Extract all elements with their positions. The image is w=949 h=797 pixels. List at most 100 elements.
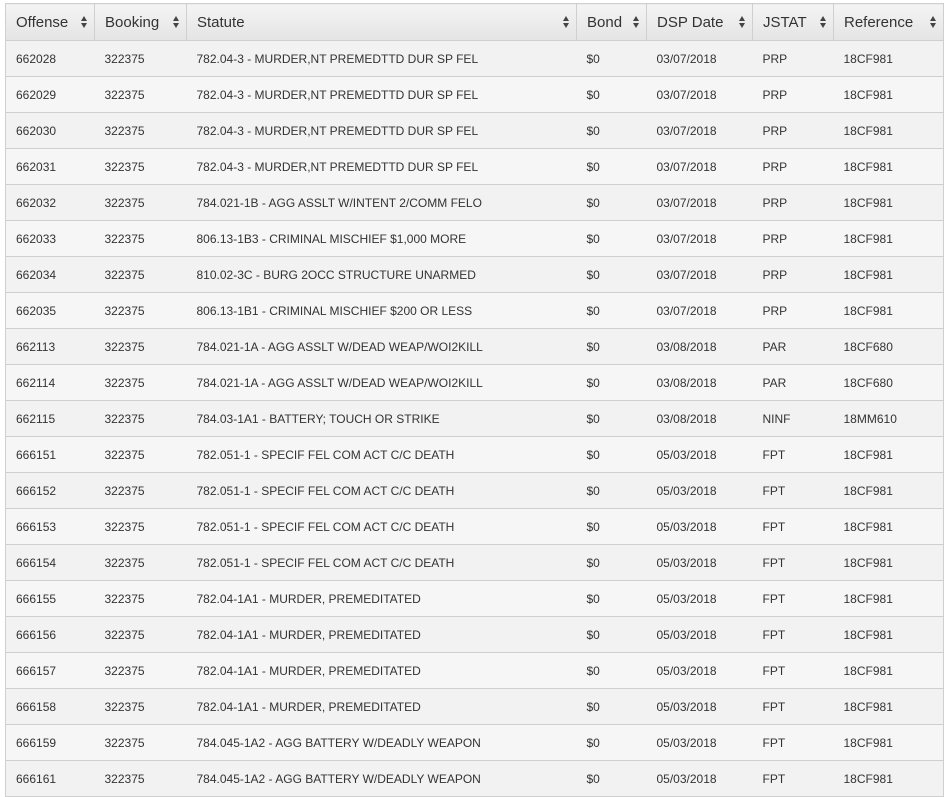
sort-icon[interactable] bbox=[820, 16, 827, 28]
jstat-cell: PRP bbox=[752, 112, 834, 149]
booking-cell: 322375 bbox=[94, 724, 187, 761]
dsp-date-cell: 03/07/2018 bbox=[646, 292, 753, 329]
offense-cell: 666157 bbox=[5, 652, 95, 689]
reference-cell: 18CF981 bbox=[833, 256, 944, 293]
dsp-date-cell: 05/03/2018 bbox=[646, 760, 753, 797]
column-header-bond[interactable]: Bond bbox=[576, 3, 647, 41]
reference-cell: 18CF981 bbox=[833, 580, 944, 617]
offense-cell: 666156 bbox=[5, 616, 95, 653]
dsp-date-cell: 05/03/2018 bbox=[646, 724, 753, 761]
dsp-date-cell: 05/03/2018 bbox=[646, 580, 753, 617]
table-row[interactable]: 662035 322375 806.13-1B1 - CRIMINAL MISCHI… bbox=[5, 292, 944, 329]
statute-cell: 782.04-1A1 - MURDER, PREMEDITATED bbox=[186, 652, 577, 689]
dsp-date-cell: 03/07/2018 bbox=[646, 76, 753, 113]
table-row[interactable]: 666161 322375 784.045-1A2 - AGG BATTERY W/… bbox=[5, 760, 944, 797]
table-row[interactable]: 666156 322375 782.04-1A1 - MURDER, PREMEDI… bbox=[5, 616, 944, 653]
column-header-statute[interactable]: Statute bbox=[186, 3, 577, 41]
bond-cell: $0 bbox=[576, 544, 647, 581]
reference-cell: 18CF981 bbox=[833, 436, 944, 473]
jstat-cell: FPT bbox=[752, 436, 834, 473]
offense-table: Offense Booking Statute Bond DSP Date JS… bbox=[5, 3, 944, 797]
column-header-label: Bond bbox=[587, 13, 623, 31]
booking-cell: 322375 bbox=[94, 148, 187, 185]
offense-cell: 662029 bbox=[5, 76, 95, 113]
jstat-cell: FPT bbox=[752, 760, 834, 797]
statute-cell: 782.051-1 - SPECIF FEL COM ACT C/C DEATH bbox=[186, 508, 577, 545]
dsp-date-cell: 03/07/2018 bbox=[646, 148, 753, 185]
bond-cell: $0 bbox=[576, 292, 647, 329]
reference-cell: 18CF981 bbox=[833, 616, 944, 653]
sort-icon[interactable] bbox=[173, 16, 180, 28]
booking-cell: 322375 bbox=[94, 508, 187, 545]
booking-cell: 322375 bbox=[94, 580, 187, 617]
table-row[interactable]: 666157 322375 782.04-1A1 - MURDER, PREMEDI… bbox=[5, 652, 944, 689]
table-row[interactable]: 662113 322375 784.021-1A - AGG ASSLT W/DEA… bbox=[5, 328, 944, 365]
statute-cell: 810.02-3C - BURG 2OCC STRUCTURE UNARMED bbox=[186, 256, 577, 293]
column-header-dsp-date[interactable]: DSP Date bbox=[646, 3, 753, 41]
statute-cell: 784.021-1A - AGG ASSLT W/DEAD WEAP/WOI2K… bbox=[186, 328, 577, 365]
table-row[interactable]: 666158 322375 782.04-1A1 - MURDER, PREMEDI… bbox=[5, 688, 944, 725]
bond-cell: $0 bbox=[576, 652, 647, 689]
table-row[interactable]: 666151 322375 782.051-1 - SPECIF FEL COM A… bbox=[5, 436, 944, 473]
column-header-jstat[interactable]: JSTAT bbox=[752, 3, 834, 41]
table-row[interactable]: 662029 322375 782.04-3 - MURDER,NT PREMEDT… bbox=[5, 76, 944, 113]
jstat-cell: PRP bbox=[752, 184, 834, 221]
table-row[interactable]: 662032 322375 784.021-1B - AGG ASSLT W/INT… bbox=[5, 184, 944, 221]
offense-cell: 662114 bbox=[5, 364, 95, 401]
reference-cell: 18CF981 bbox=[833, 472, 944, 509]
sort-icon[interactable] bbox=[81, 16, 88, 28]
table-row[interactable]: 662031 322375 782.04-3 - MURDER,NT PREMEDT… bbox=[5, 148, 944, 185]
booking-cell: 322375 bbox=[94, 220, 187, 257]
booking-cell: 322375 bbox=[94, 760, 187, 797]
table-row[interactable]: 666155 322375 782.04-1A1 - MURDER, PREMEDI… bbox=[5, 580, 944, 617]
statute-cell: 782.04-1A1 - MURDER, PREMEDITATED bbox=[186, 688, 577, 725]
table-row[interactable]: 666159 322375 784.045-1A2 - AGG BATTERY W/… bbox=[5, 724, 944, 761]
column-header-offense[interactable]: Offense bbox=[5, 3, 95, 41]
table-row[interactable]: 662033 322375 806.13-1B3 - CRIMINAL MISCHI… bbox=[5, 220, 944, 257]
statute-cell: 782.051-1 - SPECIF FEL COM ACT C/C DEATH bbox=[186, 544, 577, 581]
dsp-date-cell: 03/08/2018 bbox=[646, 364, 753, 401]
bond-cell: $0 bbox=[576, 688, 647, 725]
column-header-reference[interactable]: Reference bbox=[833, 3, 944, 41]
jstat-cell: PRP bbox=[752, 292, 834, 329]
table-row[interactable]: 662034 322375 810.02-3C - BURG 2OCC STRUCT… bbox=[5, 256, 944, 293]
table-row[interactable]: 666153 322375 782.051-1 - SPECIF FEL COM A… bbox=[5, 508, 944, 545]
dsp-date-cell: 03/08/2018 bbox=[646, 400, 753, 437]
sort-icon[interactable] bbox=[739, 16, 746, 28]
jstat-cell: PRP bbox=[752, 148, 834, 185]
bond-cell: $0 bbox=[576, 724, 647, 761]
column-header-booking[interactable]: Booking bbox=[94, 3, 187, 41]
table-row[interactable]: 666152 322375 782.051-1 - SPECIF FEL COM A… bbox=[5, 472, 944, 509]
bond-cell: $0 bbox=[576, 76, 647, 113]
jstat-cell: FPT bbox=[752, 472, 834, 509]
booking-cell: 322375 bbox=[94, 112, 187, 149]
bond-cell: $0 bbox=[576, 472, 647, 509]
sort-icon[interactable] bbox=[633, 16, 640, 28]
bond-cell: $0 bbox=[576, 436, 647, 473]
table-row[interactable]: 662030 322375 782.04-3 - MURDER,NT PREMEDT… bbox=[5, 112, 944, 149]
offense-cell: 666161 bbox=[5, 760, 95, 797]
offense-cell: 662033 bbox=[5, 220, 95, 257]
sort-icon[interactable] bbox=[563, 16, 570, 28]
bond-cell: $0 bbox=[576, 400, 647, 437]
dsp-date-cell: 05/03/2018 bbox=[646, 544, 753, 581]
table-row[interactable]: 662115 322375 784.03-1A1 - BATTERY; TOUCH … bbox=[5, 400, 944, 437]
booking-cell: 322375 bbox=[94, 652, 187, 689]
booking-cell: 322375 bbox=[94, 364, 187, 401]
statute-cell: 806.13-1B1 - CRIMINAL MISCHIEF $200 OR L… bbox=[186, 292, 577, 329]
reference-cell: 18CF981 bbox=[833, 76, 944, 113]
dsp-date-cell: 03/07/2018 bbox=[646, 40, 753, 77]
table-row[interactable]: 662114 322375 784.021-1A - AGG ASSLT W/DEA… bbox=[5, 364, 944, 401]
table-row[interactable]: 662028 322375 782.04-3 - MURDER,NT PREMEDT… bbox=[5, 40, 944, 77]
offense-cell: 666153 bbox=[5, 508, 95, 545]
sort-icon[interactable] bbox=[930, 16, 937, 28]
offense-cell: 662028 bbox=[5, 40, 95, 77]
column-header-label: JSTAT bbox=[763, 13, 807, 31]
booking-cell: 322375 bbox=[94, 616, 187, 653]
booking-cell: 322375 bbox=[94, 256, 187, 293]
offense-cell: 666151 bbox=[5, 436, 95, 473]
reference-cell: 18CF981 bbox=[833, 688, 944, 725]
reference-cell: 18MM610 bbox=[833, 400, 944, 437]
dsp-date-cell: 05/03/2018 bbox=[646, 508, 753, 545]
table-row[interactable]: 666154 322375 782.051-1 - SPECIF FEL COM A… bbox=[5, 544, 944, 581]
